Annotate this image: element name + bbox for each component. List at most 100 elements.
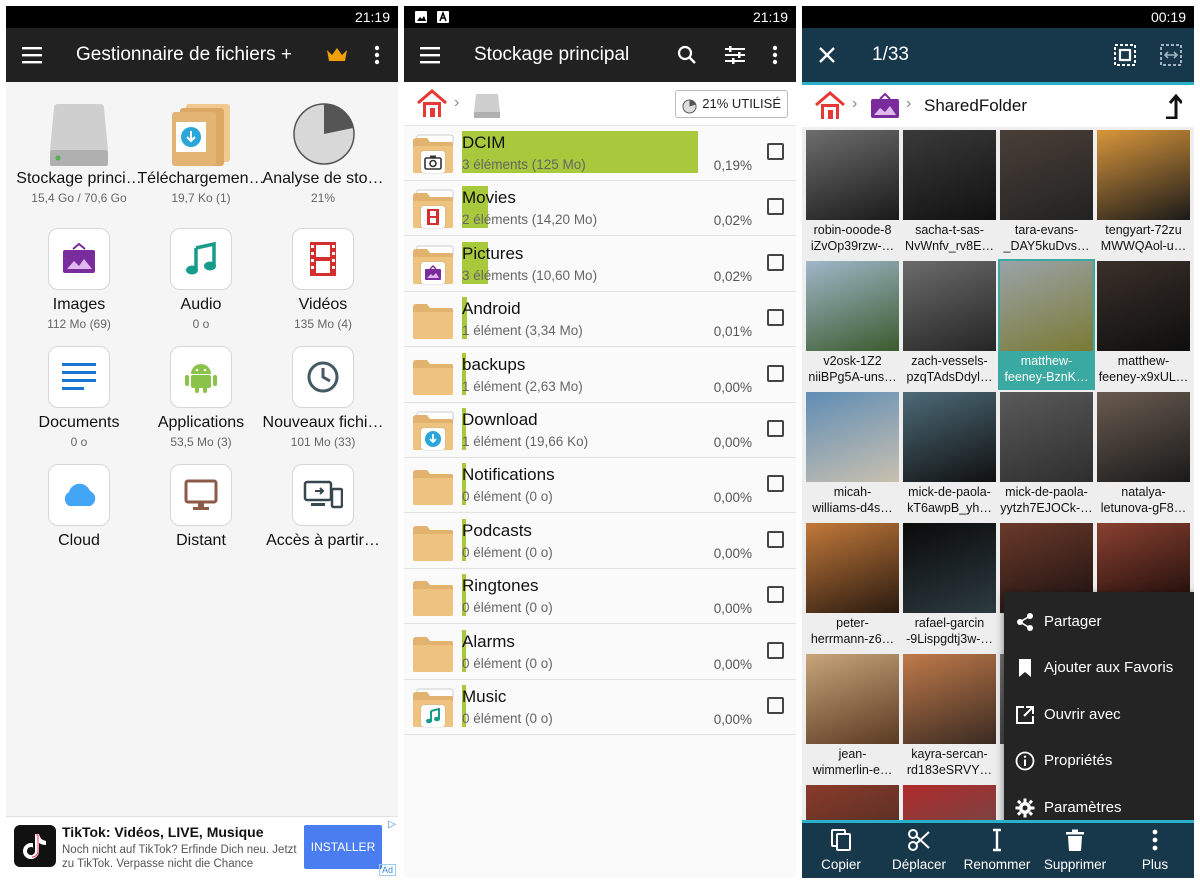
folder-percent: 0,00%: [713, 712, 752, 727]
folder-row[interactable]: DCIM 3 éléments (125 Mo) 0,19%: [404, 126, 796, 181]
menu-item-favorites[interactable]: Ajouter aux Favoris: [1004, 645, 1194, 691]
videos-tile[interactable]: Vidéos 135 Mo (4): [258, 224, 388, 334]
thumbnail-item[interactable]: matthew-feeney-x9xUL…: [1097, 261, 1190, 388]
cloud-tile[interactable]: Cloud: [14, 460, 144, 570]
close-icon[interactable]: [814, 42, 840, 68]
home-screen-panel: 21:19 Gestionnaire de fichiers + Stockag…: [6, 6, 398, 878]
thumbnail-item[interactable]: peter-herrmann-z6…: [806, 523, 899, 650]
tile-label: Applications: [157, 414, 245, 431]
usage-badge[interactable]: 21% UTILISÉ: [675, 90, 788, 118]
filter-sliders-icon[interactable]: [722, 42, 748, 68]
more-options-icon[interactable]: [762, 42, 788, 68]
folder-icon: [411, 299, 455, 341]
folder-name: Movies: [462, 188, 516, 208]
tile-sub: 101 Mo (33): [290, 435, 356, 449]
row-checkbox[interactable]: [767, 586, 784, 604]
android-icon: [170, 346, 232, 408]
home-icon[interactable]: [814, 91, 846, 126]
context-menu: Partager Ajouter aux Favoris Ouvrir avec…: [1004, 592, 1194, 824]
ad-banner[interactable]: TikTok: Vidéos, LIVE, Musique Noch nicht…: [6, 816, 398, 878]
row-checkbox[interactable]: [767, 198, 784, 216]
select-all-icon[interactable]: [1112, 42, 1138, 68]
up-level-icon[interactable]: [1162, 93, 1184, 124]
folder-row[interactable]: Android 1 élément (3,34 Mo) 0,01%: [404, 292, 796, 348]
crown-icon[interactable]: [324, 42, 350, 68]
new-files-tile[interactable]: Nouveaux fichi… 101 Mo (33): [258, 342, 388, 452]
storage-analysis-tile[interactable]: Analyse de sto… 21%: [258, 98, 388, 208]
thumbnail-item[interactable]: tengyart-72zu MWWQAol-u…: [1097, 130, 1190, 257]
images-tile[interactable]: Images 112 Mo (69): [14, 224, 144, 334]
folder-row[interactable]: backups 1 élément (2,63 Mo) 0,00%: [404, 347, 796, 403]
folder-name: Pictures: [462, 243, 524, 263]
home-icon[interactable]: [416, 89, 448, 124]
menu-icon[interactable]: [418, 42, 444, 68]
row-checkbox[interactable]: [767, 641, 784, 659]
row-checkbox[interactable]: [767, 364, 784, 382]
thumbnail-item[interactable]: mick-de-paola-yytzh7EJOCk-…: [1000, 392, 1093, 519]
photo-thumbnail: [903, 654, 996, 744]
more-button[interactable]: Plus: [1116, 823, 1194, 878]
row-checkbox[interactable]: [767, 253, 784, 271]
row-checkbox[interactable]: [767, 530, 784, 548]
row-checkbox[interactable]: [767, 143, 784, 160]
thumbnail-item[interactable]: zach-vessels-pzqTAdsDdyl…: [903, 261, 996, 388]
folder-row[interactable]: Pictures 3 éléments (10,60 Mo) 0,02%: [404, 236, 796, 292]
install-button[interactable]: INSTALLER: [304, 825, 382, 869]
menu-item-open-with[interactable]: Ouvrir avec: [1004, 692, 1194, 738]
film-icon: [292, 228, 354, 290]
download-folder-icon: [170, 102, 232, 166]
thumbnail-item[interactable]: [806, 785, 899, 824]
hard-drive-icon[interactable]: [472, 90, 502, 125]
search-icon[interactable]: [674, 42, 700, 68]
thumbnail-item[interactable]: tara-evans- _DAY5kuDvs…: [1000, 130, 1093, 257]
rename-button[interactable]: Renommer: [958, 823, 1036, 878]
copy-button[interactable]: Copier: [802, 823, 880, 878]
storage-panel: 21:19 Stockage principal › 21% UTILISÉ D…: [404, 6, 796, 878]
move-button[interactable]: Déplacer: [880, 823, 958, 878]
downloads-tile[interactable]: Téléchargemen… 19,7 Ko (1): [136, 98, 266, 208]
menu-item-properties[interactable]: Propriétés: [1004, 738, 1194, 784]
audio-tile[interactable]: Audio 0 o: [136, 224, 266, 334]
folder-row[interactable]: Podcasts 0 élément (0 o) 0,00%: [404, 513, 796, 569]
tile-label: Cloud: [58, 532, 100, 549]
row-checkbox[interactable]: [767, 309, 784, 327]
applications-tile[interactable]: Applications 53,5 Mo (3): [136, 342, 266, 452]
thumbnail-item[interactable]: micah-williams-d4s…: [806, 392, 899, 519]
menu-item-share[interactable]: Partager: [1004, 599, 1194, 645]
folder-row[interactable]: Notifications 0 élément (0 o) 0,00%: [404, 458, 796, 514]
thumbnail-item[interactable]: v2osk-1Z2 niiBPg5A-uns…: [806, 261, 899, 388]
thumbnail-item[interactable]: kayra-sercan-rd183eSRVY…: [903, 654, 996, 781]
documents-tile[interactable]: Documents 0 o: [14, 342, 144, 452]
thumbnail-item[interactable]: sacha-t-sas- NvWnfv_rv8E…: [903, 130, 996, 257]
remote-access-tile[interactable]: Accès à partir…: [258, 460, 388, 570]
tile-sub: 0 o: [192, 317, 210, 331]
thumbnail-item[interactable]: jean-wimmerlin-e…: [806, 654, 899, 781]
folder-row[interactable]: Download 1 élément (19,66 Ko) 0,00%: [404, 403, 796, 458]
thumbnail-item[interactable]: robin-ooode-8 iZvOp39rzw-…: [806, 130, 899, 257]
row-checkbox[interactable]: [767, 697, 784, 714]
remote-tile[interactable]: Distant: [136, 460, 266, 570]
delete-button[interactable]: Supprimer: [1036, 823, 1114, 878]
thumbnail-item[interactable]: natalya-letunova-gF8…: [1097, 392, 1190, 519]
device-share-icon: [292, 464, 354, 526]
thumbnail-item[interactable]: rafael-garcin -9Lispgdtj3w-…: [903, 523, 996, 650]
menu-icon[interactable]: [20, 42, 46, 68]
folder-row[interactable]: Music 0 élément (0 o) 0,00%: [404, 680, 796, 735]
main-storage-tile[interactable]: Stockage princi… 15,4 Go / 70,6 Go: [14, 98, 144, 208]
thumbnail-item[interactable]: [903, 785, 996, 824]
ad-info-icon[interactable]: ▷: [388, 819, 396, 830]
photo-thumbnail: [1000, 130, 1093, 220]
select-range-icon[interactable]: [1158, 42, 1184, 68]
picture-folder-icon[interactable]: [870, 92, 900, 124]
current-folder-name[interactable]: SharedFolder: [924, 96, 1027, 116]
row-checkbox[interactable]: [767, 420, 784, 437]
thumbnail-item[interactable]: mick-de-paola-kT6awpB_yh…: [903, 392, 996, 519]
folder-row[interactable]: Movies 2 éléments (14,20 Mo) 0,02%: [404, 181, 796, 237]
row-checkbox[interactable]: [767, 475, 784, 493]
folder-row[interactable]: Alarms 0 élément (0 o) 0,00%: [404, 624, 796, 680]
folder-row[interactable]: Ringtones 0 élément (0 o) 0,00%: [404, 569, 796, 625]
folder-name: Music: [462, 687, 507, 706]
thumbnail-item[interactable]: matthew-feeney-BznK…: [998, 259, 1095, 390]
folder-percent: 0,00%: [713, 601, 752, 617]
more-options-icon[interactable]: [364, 42, 390, 68]
